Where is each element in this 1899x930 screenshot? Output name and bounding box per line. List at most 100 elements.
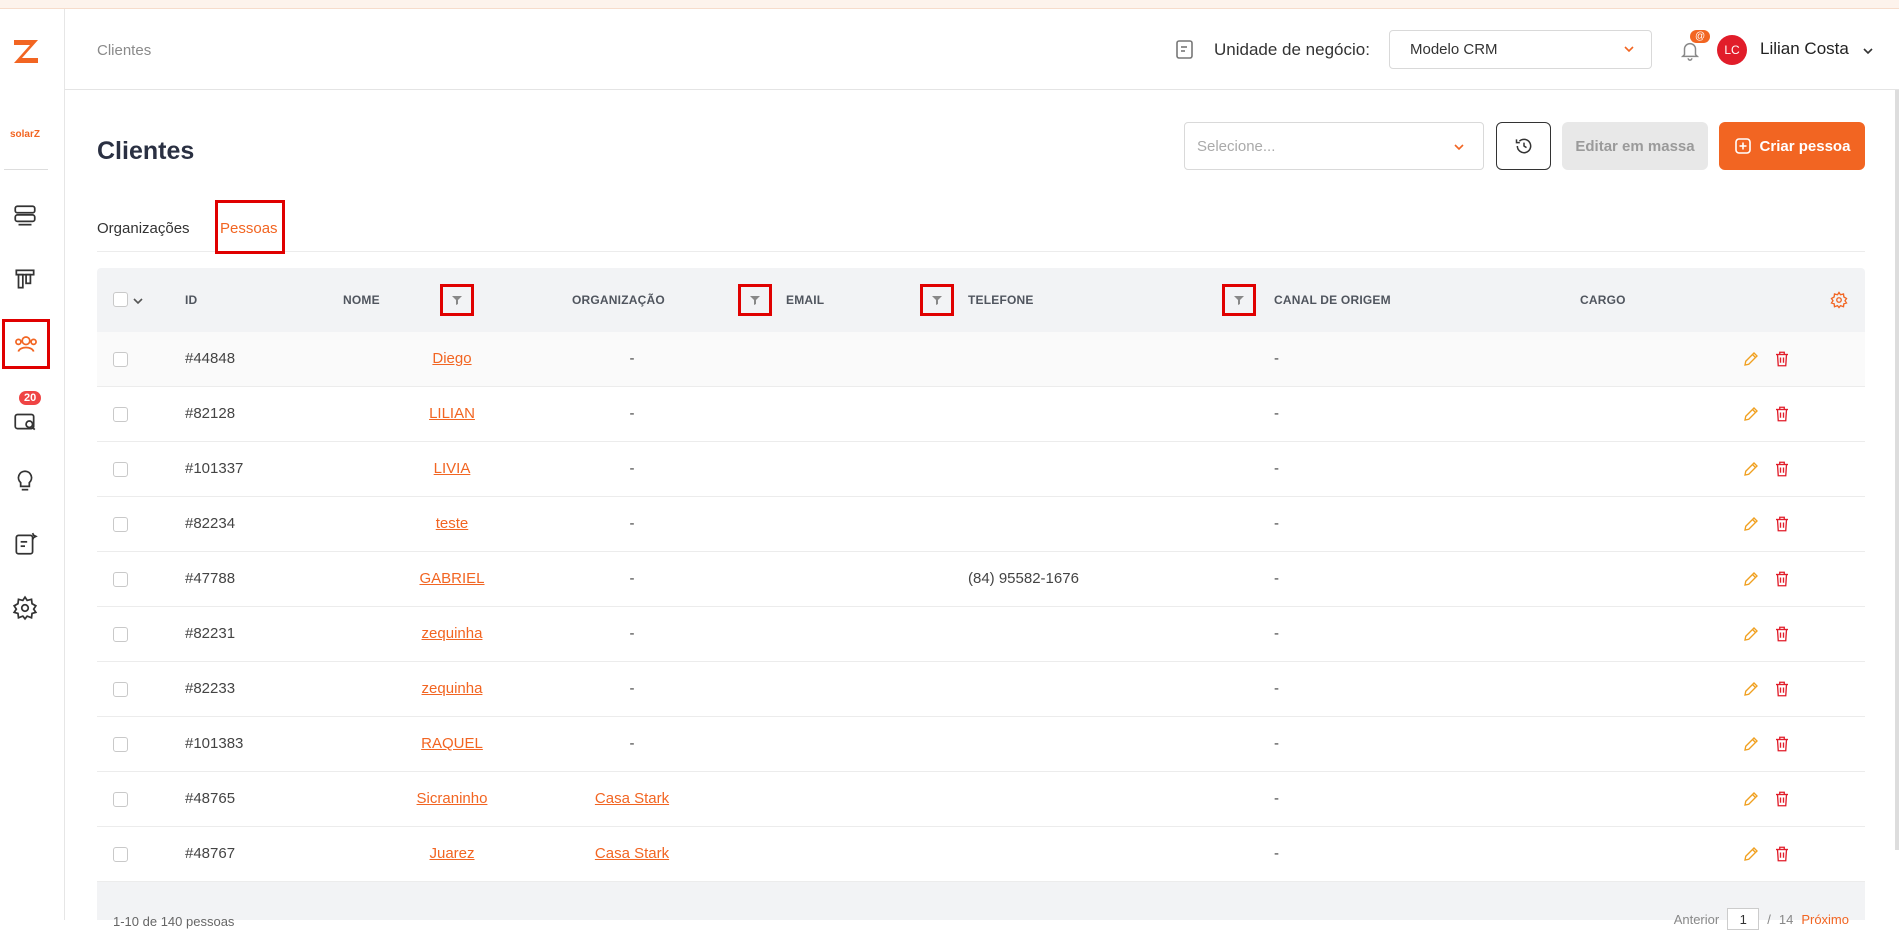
top-strip [0, 0, 1899, 9]
chevron-down-icon [1454, 144, 1464, 151]
settings-icon[interactable] [8, 591, 42, 625]
table-row[interactable]: #82234 teste - - [97, 497, 1865, 552]
cell-canal-origem: - [1274, 460, 1279, 477]
table-row[interactable]: #101383 RAQUEL - - [97, 717, 1865, 772]
tab-organizacoes[interactable]: Organizações [97, 220, 190, 237]
create-person-label: Criar pessoa [1759, 137, 1851, 155]
col-cargo[interactable]: CARGO [1580, 293, 1626, 307]
avatar[interactable]: LC [1717, 35, 1747, 65]
cell-nome: LILIAN [97, 405, 567, 422]
edit-pencil-icon[interactable] [1742, 845, 1760, 863]
person-name-link[interactable]: Juarez [429, 845, 474, 862]
person-name-link[interactable]: RAQUEL [421, 735, 483, 752]
trash-icon[interactable] [1773, 735, 1791, 753]
edit-pencil-icon[interactable] [1742, 515, 1760, 533]
create-person-button[interactable]: Criar pessoa [1719, 122, 1865, 170]
edit-pencil-icon[interactable] [1742, 570, 1760, 588]
cell-canal-origem: - [1274, 405, 1279, 422]
organization-link[interactable]: Casa Stark [595, 790, 669, 807]
table-row[interactable]: #101337 LIVIA - - [97, 442, 1865, 497]
person-name-link[interactable]: Sicraninho [417, 790, 488, 807]
logo-icon[interactable] [10, 35, 42, 67]
search-wallet-icon[interactable] [8, 404, 42, 438]
cell-canal-origem: - [1274, 515, 1279, 532]
filter-telefone[interactable] [1222, 284, 1256, 316]
org-value: - [629, 515, 635, 532]
person-name-link[interactable]: teste [436, 515, 469, 532]
cell-organizacao: - [527, 625, 737, 642]
person-name-link[interactable]: Diego [432, 350, 471, 367]
business-unit-select[interactable]: Modelo CRM [1389, 30, 1652, 69]
kanban-icon[interactable] [8, 262, 42, 296]
col-canal-origem[interactable]: CANAL DE ORIGEM [1274, 293, 1391, 307]
table-footer: 1-10 de 140 pessoas Anterior 1 / 14 Próx… [97, 882, 1865, 930]
table-row[interactable]: #82128 LILIAN - - [97, 387, 1865, 442]
server-icon[interactable] [8, 199, 42, 233]
edit-pencil-icon[interactable] [1742, 405, 1760, 423]
cell-organizacao: Casa Stark [527, 845, 737, 862]
users-icon[interactable] [2, 319, 50, 369]
next-page-button[interactable]: Próximo [1801, 912, 1849, 927]
col-id[interactable]: ID [185, 293, 197, 307]
sidebar-divider [4, 169, 48, 170]
edit-pencil-icon[interactable] [1742, 680, 1760, 698]
user-name[interactable]: Lilian Costa [1760, 39, 1849, 59]
scrollbar[interactable] [1895, 90, 1899, 850]
trash-icon[interactable] [1773, 625, 1791, 643]
prev-page-button[interactable]: Anterior [1674, 912, 1720, 927]
table-row[interactable]: #82233 zequinha - - [97, 662, 1865, 717]
trash-icon[interactable] [1773, 845, 1791, 863]
col-telefone[interactable]: TELEFONE [968, 293, 1034, 307]
notifications-badge: 20 [19, 391, 42, 405]
edit-pencil-icon[interactable] [1742, 625, 1760, 643]
chevron-down-icon [1624, 46, 1634, 53]
trash-icon[interactable] [1773, 515, 1791, 533]
lightbulb-icon[interactable] [8, 464, 42, 498]
trash-icon[interactable] [1773, 405, 1791, 423]
edit-pencil-icon[interactable] [1742, 735, 1760, 753]
person-name-link[interactable]: LIVIA [434, 460, 471, 477]
cell-organizacao: - [527, 350, 737, 367]
person-name-link[interactable]: GABRIEL [419, 570, 484, 587]
page-input[interactable]: 1 [1727, 908, 1760, 930]
col-organizacao[interactable]: ORGANIZAÇÃO [572, 293, 665, 307]
trash-icon[interactable] [1773, 790, 1791, 808]
org-value: - [629, 680, 635, 697]
edit-pencil-icon[interactable] [1742, 460, 1760, 478]
organization-link[interactable]: Casa Stark [595, 845, 669, 862]
person-name-link[interactable]: LILIAN [429, 405, 475, 422]
org-value: - [629, 405, 635, 422]
table-row[interactable]: #48765 Sicraninho Casa Stark - [97, 772, 1865, 827]
col-nome[interactable]: NOME [343, 293, 380, 307]
document-sparkle-icon[interactable] [8, 527, 42, 561]
history-button[interactable] [1496, 122, 1551, 170]
table-row[interactable]: #82231 zequinha - - [97, 607, 1865, 662]
sidebar: solarZ 20 [0, 9, 65, 920]
trash-icon[interactable] [1773, 460, 1791, 478]
edit-pencil-icon[interactable] [1742, 790, 1760, 808]
table-row[interactable]: #48767 Juarez Casa Stark - [97, 827, 1865, 882]
chevron-down-icon[interactable] [1862, 45, 1874, 57]
filter-nome[interactable] [440, 284, 474, 316]
person-name-link[interactable]: zequinha [422, 680, 483, 697]
select-all-checkbox[interactable] [113, 292, 128, 307]
col-email[interactable]: EMAIL [786, 293, 824, 307]
trash-icon[interactable] [1773, 570, 1791, 588]
chevron-down-icon[interactable] [132, 295, 144, 307]
column-settings-icon[interactable] [1830, 291, 1848, 309]
table-row[interactable]: #44848 Diego - - [97, 332, 1865, 387]
org-value: - [629, 570, 635, 587]
filter-email[interactable] [920, 284, 954, 316]
filter-select[interactable]: Selecione... [1184, 122, 1484, 170]
table-row[interactable]: #47788 GABRIEL - (84) 95582-1676 - [97, 552, 1865, 607]
tab-pessoas[interactable]: Pessoas [220, 220, 278, 237]
business-unit-label: Unidade de negócio: [1214, 40, 1370, 59]
person-name-link[interactable]: zequinha [422, 625, 483, 642]
cell-nome: teste [97, 515, 567, 532]
edit-pencil-icon[interactable] [1742, 350, 1760, 368]
trash-icon[interactable] [1773, 680, 1791, 698]
trash-icon[interactable] [1773, 350, 1791, 368]
filter-organizacao[interactable] [738, 284, 772, 316]
bulk-edit-button[interactable]: Editar em massa [1562, 122, 1708, 170]
breadcrumb[interactable]: Clientes [97, 42, 151, 59]
